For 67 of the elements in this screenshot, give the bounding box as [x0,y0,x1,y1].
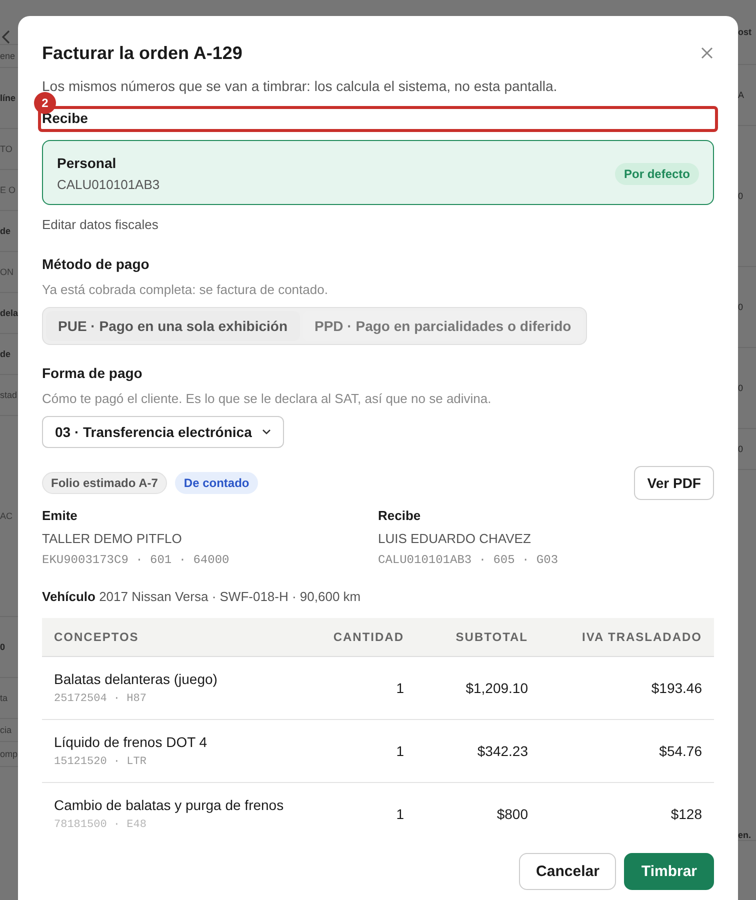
background-text: 0 [738,302,744,312]
view-pdf-button[interactable]: Ver PDF [634,466,714,500]
party-label: Recibe [378,508,422,523]
vehicle-info: Vehículo 2017 Nissan Versa · SWF-018-H · 90,600 km [42,589,362,604]
back-chevron-icon[interactable] [2,30,10,44]
background-text: 0 [0,642,6,652]
dialog-title: Facturar la orden A-129 [42,42,242,64]
column-header: CANTIDAD [292,618,416,656]
background-text: AC [0,511,13,521]
section-hint: Cómo te pagó el cliente. Es lo que se le declara al SAT, así que no se adivina. [42,391,492,406]
background-text: TO [0,144,12,154]
concept-code: 78181500 · E48 [54,819,148,831]
background-text: de [0,226,11,236]
table-cell: 1 [396,680,404,696]
background-text: dela [0,308,18,318]
party-label: Emite [42,508,78,523]
background-text: A [738,90,744,100]
recipient-rfc: CALU010101AB3 [57,177,160,192]
background-text: cia [0,725,12,735]
background-text: E O [0,185,16,195]
section-hint: Ya está cobrada completa: se factura de contado. [42,282,329,297]
table-cell: 1 [396,743,404,759]
payment-form-dropdown[interactable]: 03 · Transferencia electrónica [42,416,284,448]
background-text: ene [0,51,16,61]
concept-code: 25172504 · H87 [54,693,148,705]
table-cell: $1,209.10 [466,680,528,696]
party-name: LUIS EDUARDO CHAVEZ [378,531,532,546]
concept-name: Balatas delanteras (juego) [54,671,218,687]
section-label: Método de pago [42,256,150,272]
background-text: 0 [738,191,744,201]
table-cell: $193.46 [651,680,702,696]
background-text: ost [738,27,752,37]
party-tax-details: EKU9003173C9 · 601 · 64000 [42,553,230,567]
recipient-name: Personal [57,155,118,171]
background-text: en. [738,830,752,840]
concept-name: Líquido de frenos DOT 4 [54,734,208,750]
background-text: de [0,349,11,359]
table-cell: $342.23 [477,743,528,759]
concept-code: 15121520 · LTR [54,756,148,768]
submit-button[interactable]: Timbrar [624,853,714,890]
background-text: 0 [738,444,744,454]
step-number-badge: 2 [34,92,56,114]
background-text: omp [0,749,18,759]
column-header: SUBTOTAL [416,618,540,656]
table-cell: 1 [396,806,404,822]
cancel-button[interactable]: Cancelar [519,853,616,890]
column-header: CONCEPTOS [42,618,292,656]
dialog-subtitle: Los mismos números que se van a timbrar: los calcula el sistema, no esta pantalla. [42,78,558,94]
table-cell: $128 [670,806,702,822]
background-text: ON [0,267,14,277]
section-label: Forma de pago [42,365,144,381]
party-tax-details: CALU010101AB3 · 605 · G03 [378,553,560,567]
edit-link[interactable]: Editar datos fiscales [42,217,158,232]
column-header: IVA TRASLADADO [540,618,714,656]
chevron-down-icon [262,429,271,435]
close-icon[interactable] [700,46,714,60]
background-text: ta [0,693,8,703]
background-text: stad [0,390,18,400]
folio-badge: Folio estimado A-7 [42,472,167,494]
background-text: líne [0,93,16,103]
status-badge: De contado [174,472,258,494]
recipient-card[interactable]: Personal CALU010101AB3 Por defecto [42,140,714,205]
background-text: 0 [738,383,744,393]
default-badge: Por defecto [614,162,699,184]
table-cell: $54.76 [659,743,702,759]
party-name: TALLER DEMO PITFLO [42,531,183,546]
table-cell: $800 [496,806,528,822]
